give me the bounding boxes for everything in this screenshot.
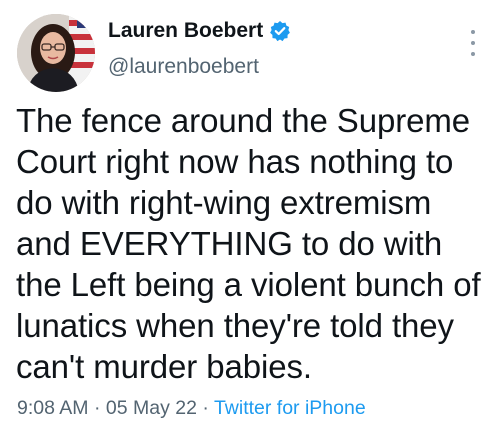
avatar-image bbox=[17, 14, 95, 92]
verified-badge-icon bbox=[269, 20, 291, 42]
meta-separator: · bbox=[88, 397, 106, 419]
meta-separator: · bbox=[196, 397, 214, 419]
tweet-text: The fence around the Supreme Court right… bbox=[16, 102, 481, 385]
tweet-date[interactable]: 05 May 22 bbox=[106, 397, 197, 419]
tweet-source-link[interactable]: Twitter for iPhone bbox=[214, 397, 366, 419]
tweet-time[interactable]: 9:08 AM bbox=[17, 397, 89, 419]
avatar[interactable] bbox=[17, 14, 95, 92]
author-info: Lauren Boebert @laurenboebert bbox=[108, 16, 291, 79]
display-name[interactable]: Lauren Boebert bbox=[108, 19, 263, 43]
handle[interactable]: @laurenboebert bbox=[108, 55, 291, 79]
tweet-card: Lauren Boebert @laurenboebert The fence … bbox=[0, 0, 500, 436]
more-vertical-icon[interactable] bbox=[468, 30, 478, 56]
tweet-meta: 9:08 AM · 05 May 22 · Twitter for iPhone bbox=[17, 397, 366, 420]
name-row: Lauren Boebert bbox=[108, 16, 291, 46]
